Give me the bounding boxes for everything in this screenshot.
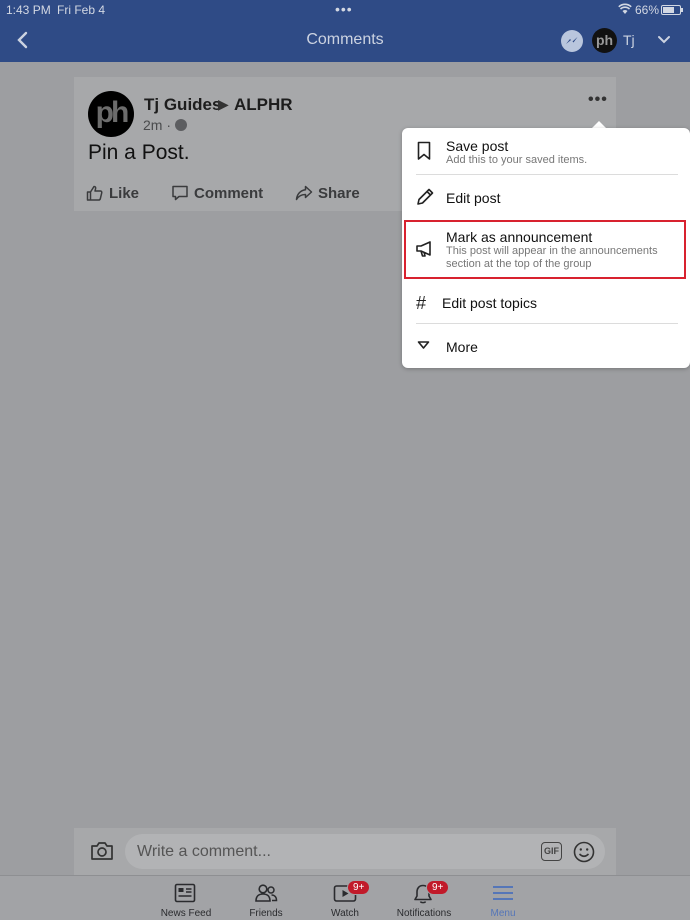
menu-item-save-post[interactable]: Save post Add this to your saved items. [402, 128, 690, 174]
comment-input[interactable] [125, 834, 605, 869]
tab-news-feed[interactable]: News Feed [146, 876, 226, 920]
highlight-box [404, 220, 686, 279]
tab-friends[interactable]: Friends [226, 876, 306, 920]
avatar[interactable]: ph [592, 28, 617, 53]
tab-menu[interactable]: Menu [463, 876, 543, 920]
post-text: Pin a Post. [88, 141, 190, 164]
menu-item-label: More [446, 339, 478, 355]
user-name[interactable]: Tj [623, 32, 635, 48]
friends-icon [255, 884, 278, 902]
comment-icon [172, 185, 188, 201]
notification-badge: 9+ [347, 880, 371, 895]
more-options-button[interactable]: ••• [588, 91, 608, 109]
post-author[interactable]: Tj Guides [144, 95, 221, 115]
status-time: 1:43 PM [6, 3, 51, 17]
hashtag-icon: # [416, 293, 427, 313]
chevron-down-icon[interactable] [656, 32, 672, 48]
status-bar: 1:43 PM Fri Feb 4 ••• 66% [0, 0, 690, 20]
gif-button[interactable]: GIF [541, 842, 562, 861]
emoji-icon[interactable] [573, 841, 595, 863]
post-group[interactable]: ALPHR [234, 95, 293, 115]
tab-notifications[interactable]: 9+ Notifications [384, 876, 464, 920]
tab-bar: News Feed Friends 9+ Watch 9+ Notificati… [0, 875, 690, 920]
menu-item-label: Save post [446, 138, 509, 154]
tab-label: Menu [490, 908, 516, 919]
tab-label: Notifications [396, 908, 452, 919]
news-feed-icon [174, 883, 196, 903]
battery-icon [661, 5, 683, 15]
menu-item-edit-post[interactable]: Edit post [402, 175, 690, 219]
comment-label: Comment [194, 185, 264, 202]
nav-bar: Comments ph Tj [0, 20, 690, 62]
chevron-down-icon [417, 341, 430, 349]
battery-percent: 66% [635, 3, 660, 17]
globe-icon [175, 119, 187, 131]
menu-item-edit-post-topics[interactable]: # Edit post topics [402, 280, 690, 324]
like-label: Like [109, 185, 140, 202]
tab-label: News Feed [160, 908, 212, 919]
pencil-icon [417, 188, 434, 205]
wifi-icon [618, 3, 632, 14]
menu-item-subtitle: Add this to your saved items. [446, 154, 588, 166]
tab-label: Friends [249, 908, 283, 919]
comment-bar: GIF [74, 828, 616, 875]
share-icon [295, 185, 313, 201]
author-avatar[interactable]: ph [88, 91, 134, 137]
tab-label: Watch [331, 908, 359, 919]
page-title: Comments [306, 31, 384, 48]
menu-item-label: Edit post [446, 190, 501, 206]
multitasking-dots-icon[interactable]: ••• [335, 1, 353, 17]
menu-item-label: Edit post topics [442, 295, 537, 311]
tab-watch[interactable]: 9+ Watch [305, 876, 385, 920]
menu-item-more[interactable]: More [402, 324, 690, 368]
share-label: Share [318, 185, 360, 202]
status-date: Fri Feb 4 [57, 3, 106, 17]
notification-badge: 9+ [426, 880, 450, 895]
messenger-icon[interactable] [561, 30, 583, 52]
bookmark-icon [417, 141, 431, 160]
thumbs-up-icon [86, 185, 103, 201]
arrow-right-icon: ▶ [218, 96, 229, 112]
camera-icon[interactable] [90, 840, 114, 862]
hamburger-icon [493, 886, 513, 900]
post-timestamp: 2m · [143, 117, 171, 133]
